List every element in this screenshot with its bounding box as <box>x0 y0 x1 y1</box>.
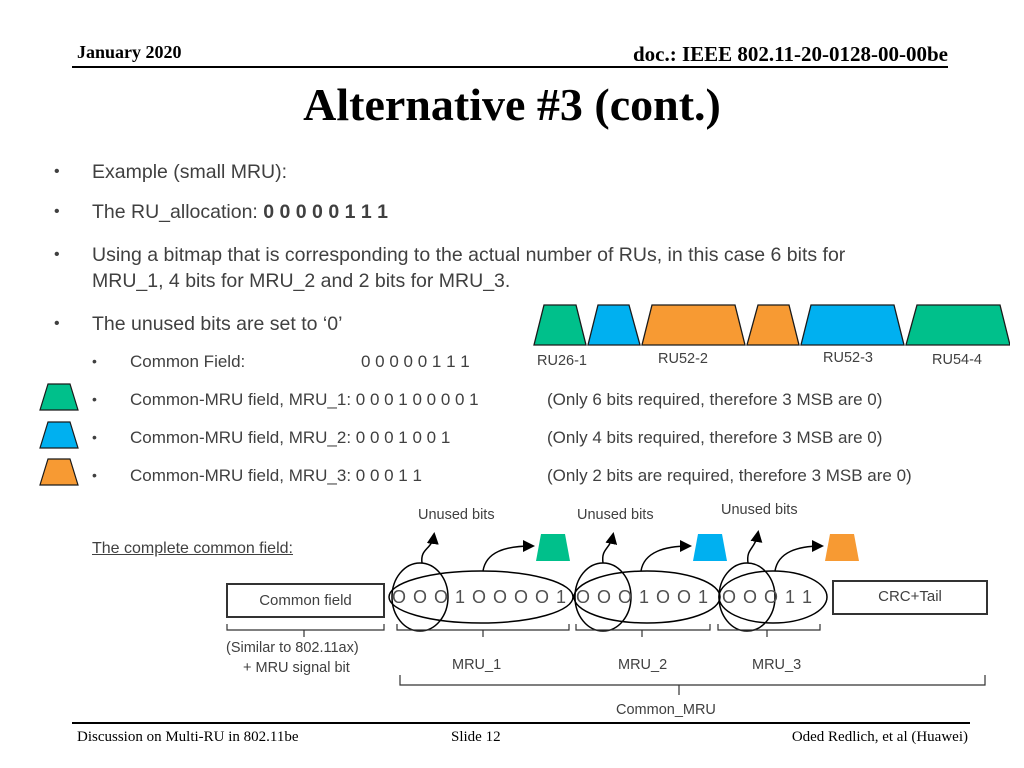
mru1-bit-string: O O O 1 O O O O 1 <box>392 587 568 607</box>
common-field-box: Common field <box>226 583 385 618</box>
mru2-bit-string: O O O 1 O O 1 <box>576 587 710 607</box>
footer-right: Oded Redlich, et al (Huawei) <box>791 729 968 745</box>
footer-slide-number: Slide 12 <box>451 729 501 745</box>
unused-trapezoid-orange-icon <box>825 534 859 561</box>
mru2-bits-arrow <box>640 540 692 572</box>
mru2-unused-arrow <box>601 532 618 564</box>
mru1-bits-arrow <box>482 540 535 572</box>
footer-left: Discussion on Multi-RU in 802.11be <box>77 729 299 745</box>
mru3-unused-arrow <box>746 530 763 564</box>
mru2-label: MRU_2 <box>618 657 668 673</box>
common-mru-bracket <box>399 675 986 695</box>
mru2-bracket <box>575 624 711 637</box>
mru1-label: MRU_1 <box>452 657 502 673</box>
crc-tail-box: CRC+Tail <box>832 580 988 615</box>
common-field-note-line2: + MRU signal bit <box>243 660 350 676</box>
mru3-bit-string: O O O 1 1 <box>722 587 814 607</box>
diagram-graphics <box>226 530 986 695</box>
footer-divider <box>72 722 970 724</box>
mru3-label: MRU_3 <box>752 657 802 673</box>
common-field-note-line1: (Similar to 802.11ax) <box>226 640 359 656</box>
unused-trapezoid-green-icon <box>536 534 570 561</box>
mru1-bracket <box>396 624 570 637</box>
mru1-unused-arrow <box>421 532 439 564</box>
common-field-bracket <box>226 624 385 637</box>
unused-trapezoid-blue-icon <box>693 534 727 561</box>
mru3-bits-arrow <box>774 540 824 572</box>
common-mru-label: Common_MRU <box>616 702 716 718</box>
